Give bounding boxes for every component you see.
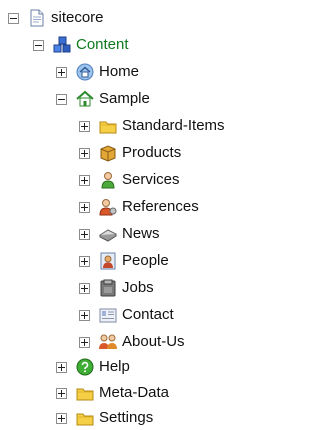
tree-node-label: References (122, 198, 199, 215)
tree-node-home[interactable]: Home (56, 60, 140, 84)
tree-node-label: Contact (122, 306, 174, 323)
tree-node-meta-data[interactable]: Meta-Data (56, 381, 170, 405)
expand-toggle[interactable] (79, 336, 90, 348)
tree-node-news[interactable]: News (79, 222, 161, 246)
tree-node-help[interactable]: Help (56, 355, 131, 379)
tree-node-services[interactable]: Services (79, 168, 181, 192)
tree-node-sitecore[interactable]: sitecore (8, 6, 105, 30)
portrait-icon (100, 252, 116, 270)
tree-node-label: Home (99, 63, 140, 80)
contact-card-icon (99, 308, 117, 323)
home-icon (76, 63, 94, 81)
tree-node-sample[interactable]: Sample (56, 87, 151, 111)
tree-node-label: People (122, 252, 169, 269)
tree-node-content[interactable]: Content (33, 33, 130, 57)
tree-node-about-us[interactable]: About-Us (79, 330, 186, 354)
tree-node-contact[interactable]: Contact (79, 303, 175, 327)
expand-toggle[interactable] (79, 147, 90, 159)
expand-toggle[interactable] (79, 255, 90, 267)
package-icon (100, 145, 116, 162)
document-icon (30, 9, 44, 27)
person-icon (101, 172, 115, 189)
person-gear-icon (99, 199, 117, 216)
expand-toggle[interactable] (79, 174, 90, 186)
expand-toggle[interactable] (56, 66, 67, 78)
tree-node-label: Help (99, 358, 130, 375)
collapse-toggle[interactable] (56, 93, 67, 105)
expand-toggle[interactable] (79, 201, 90, 213)
expand-toggle[interactable] (79, 228, 90, 240)
newspaper-icon (99, 229, 117, 242)
folder-icon (76, 388, 94, 401)
expand-toggle[interactable] (79, 309, 90, 321)
tree-node-products[interactable]: Products (79, 141, 182, 165)
tree-node-references[interactable]: References (79, 195, 200, 219)
folder-icon (76, 413, 94, 426)
folder-icon (99, 121, 117, 134)
expand-toggle[interactable] (56, 412, 67, 424)
tree-node-people[interactable]: People (79, 249, 170, 273)
tree-node-label: Jobs (122, 279, 154, 296)
people-group-icon (99, 334, 117, 349)
tree-node-label: Meta-Data (99, 384, 170, 401)
tree-node-label: Products (122, 144, 182, 161)
tree-node-label: Standard-Items (122, 117, 225, 134)
expand-toggle[interactable] (56, 387, 67, 399)
tree-node-settings[interactable]: Settings (56, 406, 154, 430)
content-tree: sitecore Content Home Sample Standard-It… (0, 0, 247, 430)
content-cubes-icon (53, 36, 71, 53)
expand-toggle[interactable] (56, 361, 67, 373)
tree-node-label: Sample (99, 90, 150, 107)
tree-node-label: sitecore (51, 9, 104, 26)
sample-house-icon (76, 90, 94, 107)
tree-node-standard-items[interactable]: Standard-Items (79, 114, 226, 138)
tree-node-label: Services (122, 171, 180, 188)
tree-node-label: About-Us (122, 333, 185, 350)
expand-toggle[interactable] (79, 282, 90, 294)
collapse-toggle[interactable] (8, 12, 19, 24)
tree-node-label: Content (76, 36, 129, 53)
help-icon (76, 358, 94, 376)
expand-toggle[interactable] (79, 120, 90, 132)
collapse-toggle[interactable] (33, 39, 44, 51)
tree-node-jobs[interactable]: Jobs (79, 276, 155, 300)
tree-node-label: Settings (99, 409, 154, 426)
tree-node-label: News (122, 225, 160, 242)
briefcase-icon (100, 279, 116, 297)
